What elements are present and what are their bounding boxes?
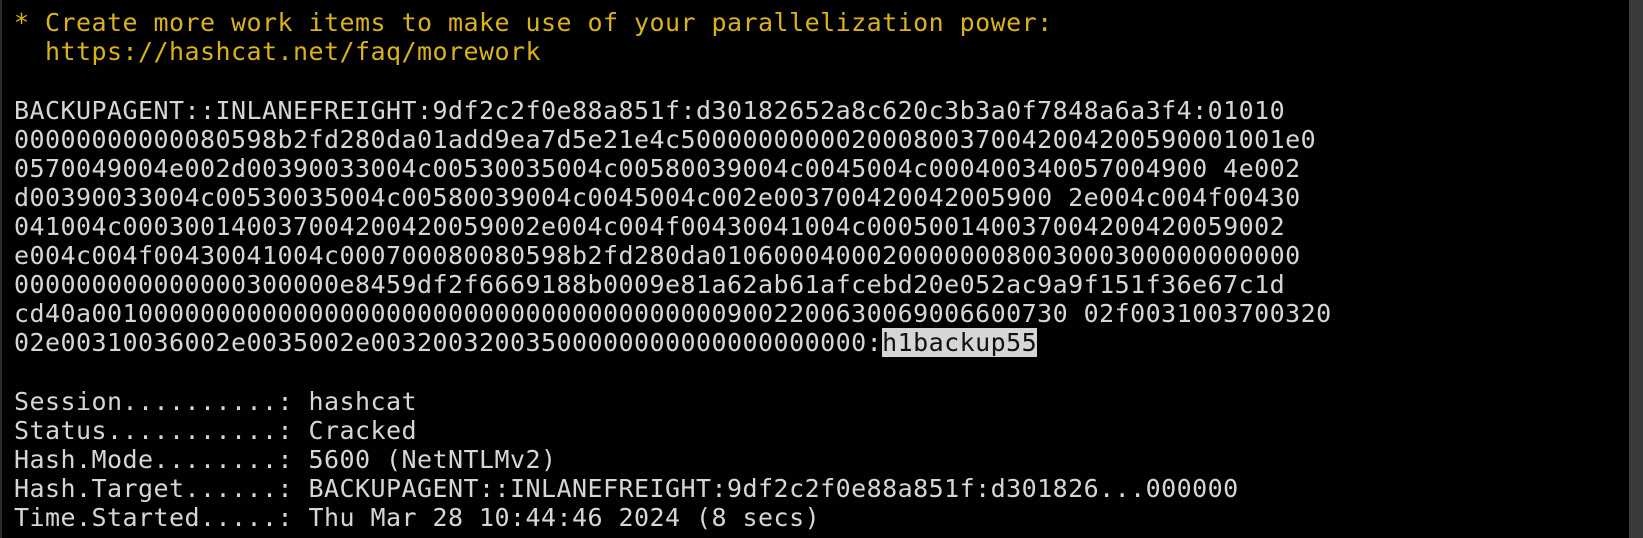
- hash-line-8: cd40a00100000000000000000000000000000000…: [14, 299, 1332, 328]
- hash-line-6: e004c004f00430041004c000700080080598b2fd…: [14, 241, 1301, 270]
- hash-line-4: d00390033004c00530035004c00580039004c004…: [14, 183, 1301, 212]
- status-hash-mode: Hash.Mode........: 5600 (NetNTLMv2): [14, 445, 557, 474]
- status-session: Session..........: hashcat: [14, 387, 418, 416]
- tip-line-2: https://hashcat.net/faq/morework: [14, 37, 542, 66]
- terminal-window[interactable]: * Create more work items to make use of …: [0, 0, 1643, 538]
- tip-line-1: * Create more work items to make use of …: [14, 8, 1053, 37]
- status-status: Status...........: Cracked: [14, 416, 418, 445]
- hash-line-9: 02e00310036002e0035002e00320032003500000…: [14, 328, 1038, 357]
- cracked-password[interactable]: h1backup55: [882, 328, 1038, 357]
- hash-line-7: 000000000000000300000e8459df2f6669188b00…: [14, 270, 1286, 299]
- hash-line-5: 041004c000300140037004200420059002e004c0…: [14, 212, 1286, 241]
- hash-line-3: 0570049004e002d00390033004c00530035004c0…: [14, 154, 1301, 183]
- status-hash-target: Hash.Target......: BACKUPAGENT::INLANEFR…: [14, 474, 1239, 503]
- hash-line-9-text: 02e00310036002e0035002e00320032003500000…: [14, 328, 883, 357]
- status-time-started: Time.Started.....: Thu Mar 28 10:44:46 2…: [14, 503, 821, 532]
- hash-line-2: 00000000000080598b2fd280da01add9ea7d5e21…: [14, 125, 1317, 154]
- hash-line-1: BACKUPAGENT::INLANEFREIGHT:9df2c2f0e88a8…: [14, 96, 1286, 125]
